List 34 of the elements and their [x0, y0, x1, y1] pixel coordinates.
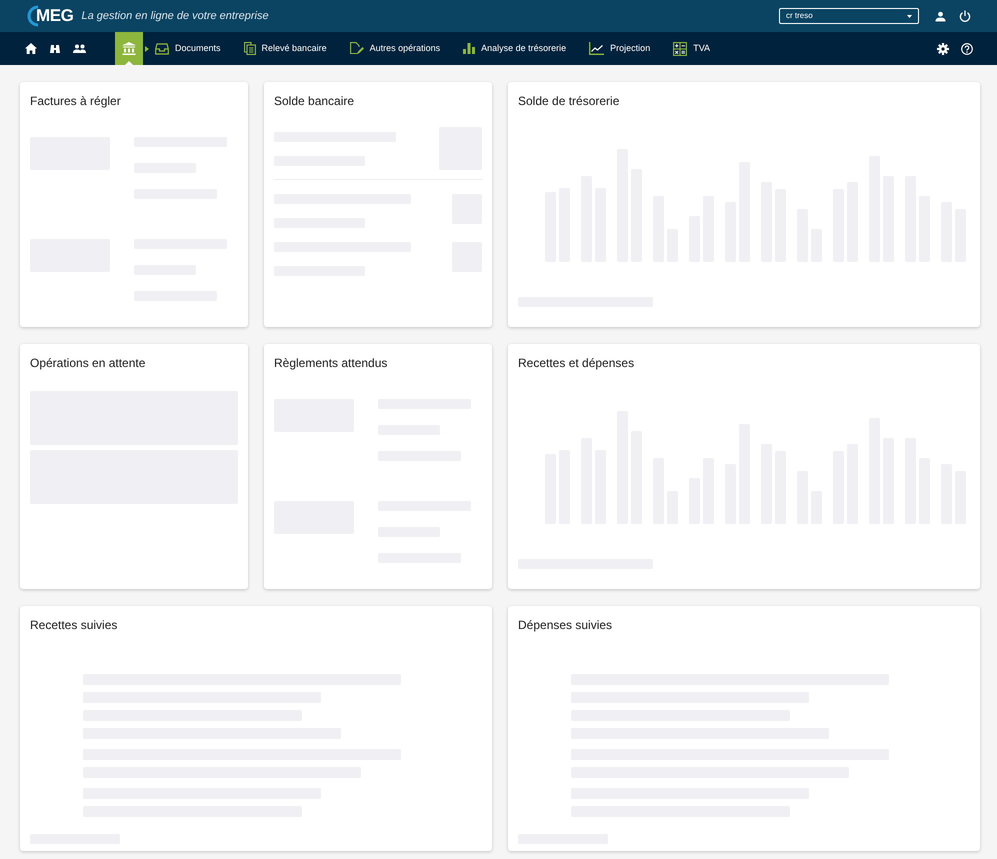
home-icon[interactable]: [25, 43, 37, 54]
tray-icon: [155, 42, 169, 54]
bar-chart-icon: [463, 43, 476, 54]
bank-icon: [122, 42, 136, 55]
document-pen-icon: [350, 42, 364, 55]
nav-tab[interactable]: Projection: [585, 32, 654, 65]
card-title: Recettes et dépenses: [517, 355, 636, 372]
nav-tab[interactable]: TVA: [669, 32, 714, 65]
card-title: Dépenses suivies: [517, 617, 614, 634]
card-title: Solde bancaire: [273, 93, 356, 110]
calculator-icon: [673, 42, 688, 56]
card-title: Règlements attendus: [273, 355, 388, 372]
pointer-icon: [125, 61, 133, 65]
users-icon[interactable]: [73, 44, 86, 53]
card-title: Factures à régler: [29, 93, 122, 110]
company-select[interactable]: cr treso: [779, 8, 919, 24]
power-icon[interactable]: [959, 10, 971, 22]
caret-icon: [907, 14, 912, 18]
binoculars-icon[interactable]: [50, 44, 60, 54]
card-title: Solde de trésorerie: [517, 93, 620, 110]
nav-tab[interactable]: Autres opérations: [346, 32, 444, 65]
nav-tab[interactable]: Documents: [151, 32, 225, 65]
card-title: Opérations en attente: [29, 355, 146, 372]
logo: MEG: [36, 5, 74, 28]
card-title: Recettes suivies: [29, 617, 118, 634]
tagline: La gestion en ligne de votre entreprise: [81, 8, 269, 24]
settings-icon[interactable]: [937, 42, 949, 54]
nav-tab[interactable]: Relevé bancaire: [240, 32, 331, 65]
chevron-icon: [145, 46, 149, 52]
user-icon[interactable]: [935, 10, 946, 22]
line-chart-icon: [589, 42, 604, 55]
documents-icon: [244, 42, 256, 55]
help-icon[interactable]: [961, 42, 973, 54]
nav-tab[interactable]: Analyse de trésorerie: [459, 32, 570, 65]
